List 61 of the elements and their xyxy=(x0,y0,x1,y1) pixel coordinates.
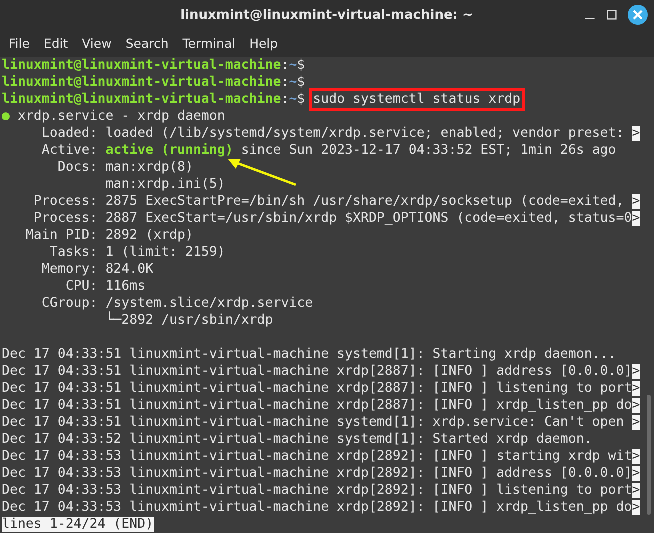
active-status: active (running) xyxy=(106,143,234,158)
terminal-text: Dec 17 04:33:51 linuxmint-virtual-machine xrdp[2887]: [INFO ] xrdp_listen_pp do xyxy=(2,398,632,413)
terminal-text: Dec 17 04:33:53 linuxmint-virtual-machine xrdp[2892]: [INFO ] listening to port xyxy=(2,483,632,498)
status-dot: ● xyxy=(2,109,10,124)
prompt-path: ~ xyxy=(289,92,298,107)
prompt-user: linuxmint@linuxmint-virtual-machine xyxy=(2,92,282,107)
terminal-text: $ xyxy=(297,92,306,107)
overflow-marker: > xyxy=(632,194,640,209)
terminal-text: Dec 17 04:33:51 linuxmint-virtual-machine xrdp[2887]: [INFO ] listening to port xyxy=(2,381,632,396)
terminal-text: : xyxy=(281,92,290,107)
terminal-text: Dec 17 04:33:51 linuxmint-virtual-machine systemd[1]: Starting xrdp daemon... xyxy=(2,347,616,362)
terminal-text: Dec 17 04:33:52 linuxmint-virtual-machine systemd[1]: Started xrdp daemon. xyxy=(2,432,592,447)
overflow-marker: > xyxy=(632,449,640,464)
terminal-text: CPU: 116ms xyxy=(64,279,146,294)
terminal-text: $ xyxy=(297,75,306,90)
terminal-text: xrdp.service - xrdp daemon xyxy=(16,109,226,124)
terminal-text: Dec 17 04:33:53 linuxmint-virtual-machine xrdp[2892]: [INFO ] address [0.0.0.0] xyxy=(2,466,632,481)
prompt-path: ~ xyxy=(289,58,298,73)
terminal-text: Dec 17 04:33:51 linuxmint-virtual-machine systemd[1]: xrdp.service: Can't open xyxy=(2,415,626,430)
menu-item[interactable]: Search xyxy=(118,36,176,51)
menu-item[interactable]: Edit xyxy=(36,36,76,51)
maximize-icon[interactable] xyxy=(606,9,618,21)
prompt-user: linuxmint@linuxmint-virtual-machine xyxy=(2,58,282,73)
menu-item[interactable]: File xyxy=(2,36,37,51)
terminal-text: since Sun 2023-12-17 04:33:52 EST; 1min 26s ago xyxy=(240,143,616,158)
terminal-text: Process: 2875 ExecStartPre=/bin/sh /usr/share/xrdp/socksetup (code=exited, xyxy=(32,194,626,209)
terminal-text: $ xyxy=(297,58,306,73)
window-title: linuxmint@linuxmint-virtual-machine: ~ xyxy=(180,8,474,22)
overflow-marker: > xyxy=(632,381,640,396)
overflow-marker: > xyxy=(632,483,640,498)
overflow-marker: > xyxy=(632,211,640,226)
terminal-text: Dec 17 04:33:53 linuxmint-virtual-machine xrdp[2892]: [INFO ] starting xrdp wit xyxy=(2,449,632,464)
overflow-marker: > xyxy=(632,398,640,413)
terminal-text: Dec 17 04:33:51 linuxmint-virtual-machine xrdp[2887]: [INFO ] address [0.0.0.0] xyxy=(2,364,632,379)
terminal-text: CGroup: /system.slice/xrdp.service xyxy=(40,296,314,311)
arrow-drawing xyxy=(226,156,298,188)
terminal-text: Tasks: 1 (limit: 2159) xyxy=(48,245,226,260)
terminal-text: Memory: 824.0K xyxy=(40,262,154,277)
terminal-text: Loaded: loaded (/lib/systemd/system/xrdp.service; enabled; vendor preset: xyxy=(40,126,626,141)
prompt-user: linuxmint@linuxmint-virtual-machine xyxy=(2,75,282,90)
overflow-marker: > xyxy=(632,126,640,141)
scrollbar[interactable] xyxy=(647,395,651,515)
terminal-text: Dec 17 04:33:53 linuxmint-virtual-machine xrdp[2892]: [INFO ] xrdp_listen_pp do xyxy=(2,500,632,515)
close-icon[interactable] xyxy=(628,5,648,25)
terminal-text: └─2892 /usr/sbin/xrdp xyxy=(104,313,274,328)
terminal-text: Docs: man:xrdp(8) xyxy=(56,160,194,175)
terminal-text: : xyxy=(281,75,290,90)
terminal-text: : xyxy=(281,58,290,73)
overflow-marker: > xyxy=(632,466,640,481)
terminal-text: man:xrdp.ini(5) xyxy=(104,177,226,192)
menu-item[interactable]: View xyxy=(75,36,119,51)
terminal-text: Main PID: 2892 (xrdp) xyxy=(24,228,194,243)
terminal-text: Active: xyxy=(40,143,99,158)
menu-item[interactable]: Terminal xyxy=(176,36,243,51)
pager-status: lines 1-24/24 (END) xyxy=(2,517,154,532)
prompt-path: ~ xyxy=(289,75,298,90)
terminal-text: Process: 2887 ExecStart=/usr/sbin/xrdp $XRDP_OPTIONS (code=exited, status=0 xyxy=(32,211,632,226)
menu-item[interactable]: Help xyxy=(242,36,286,51)
overflow-marker: > xyxy=(632,500,640,515)
overflow-marker: > xyxy=(632,364,640,379)
overflow-marker: > xyxy=(632,415,640,430)
